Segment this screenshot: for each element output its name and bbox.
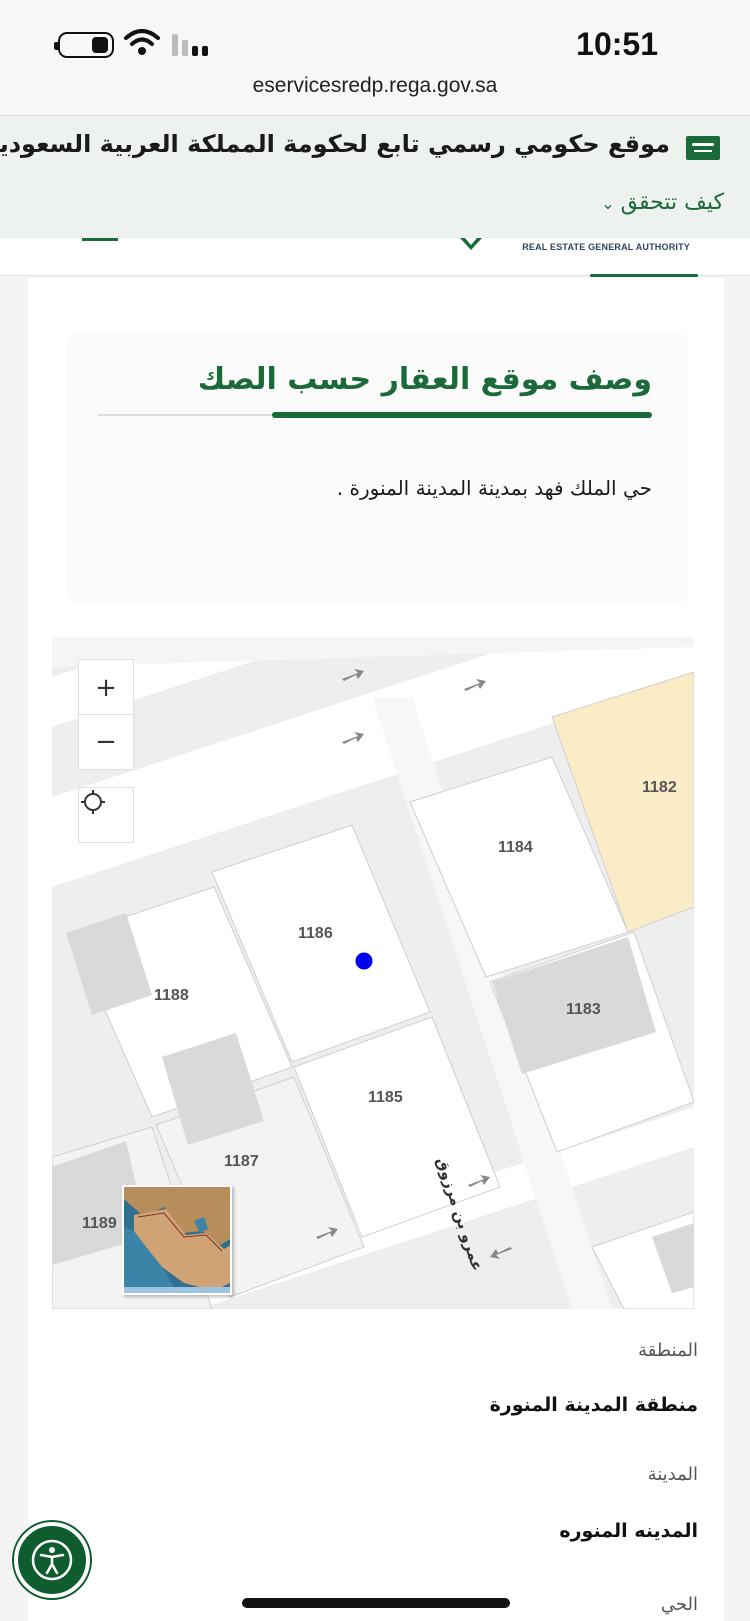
official-site-text: موقع حكومي رسمي تابع لحكومة المملكة العر… <box>0 130 670 158</box>
verify-label: كيف تتحقق <box>620 190 724 215</box>
parcel-label: 1187 <box>224 1153 259 1170</box>
locate-button[interactable] <box>78 787 134 843</box>
parcel-label: 1184 <box>498 839 533 856</box>
accessibility-button[interactable] <box>14 1522 90 1598</box>
menu-icon[interactable] <box>82 238 118 241</box>
gov-banner: موقع حكومي رسمي تابع لحكومة المملكة العر… <box>0 116 750 238</box>
accessibility-icon <box>31 1539 73 1581</box>
saudi-flag-icon <box>686 136 720 160</box>
parcel-label: 1185 <box>368 1089 403 1106</box>
city-label: المدينة <box>647 1464 698 1485</box>
address-bar[interactable]: eservicesredp.rega.gov.sa <box>0 72 750 116</box>
how-to-verify-toggle[interactable]: كيف تتحقق ⌄ <box>601 190 724 215</box>
location-description: حي الملك فهد بمدينة المدينة المنورة . <box>336 476 652 500</box>
status-bar: 10:51 <box>0 0 750 72</box>
city-value: المدينه المنوره <box>559 1520 698 1542</box>
signal-icon <box>172 32 212 56</box>
zoom-out-button[interactable]: − <box>78 714 134 770</box>
parcel-label: 1188 <box>154 987 189 1004</box>
parcel-label: 1182 <box>642 779 677 796</box>
rega-logo-icon <box>460 238 482 250</box>
battery-icon <box>54 32 114 58</box>
parcel-label: 1186 <box>298 925 333 942</box>
header-accent <box>590 274 698 277</box>
property-map[interactable]: 1182 1184 1186 1183 1188 1185 1187 1189 … <box>52 637 694 1309</box>
basemap-toggle[interactable] <box>122 1185 232 1295</box>
region-label: المنطقة <box>638 1340 698 1361</box>
district-label: الحي <box>660 1594 698 1615</box>
parcel-label: 1189 <box>82 1215 117 1232</box>
zoom-in-button[interactable]: + <box>78 659 134 715</box>
location-description-card: وصف موقع العقار حسب الصك حي الملك فهد بم… <box>66 334 688 602</box>
region-value: منطقة المدينة المنورة <box>489 1394 698 1416</box>
wifi-icon <box>124 29 160 55</box>
property-details: المنطقة منطقة المدينة المنورة المدينة <box>0 1320 750 1520</box>
location-marker[interactable] <box>355 952 373 970</box>
card-title: وصف موقع العقار حسب الصك <box>197 362 652 397</box>
site-header: REAL ESTATE GENERAL AUTHORITY <box>0 238 750 277</box>
parcel-label: 1183 <box>566 1001 601 1018</box>
home-indicator <box>242 1598 510 1608</box>
clock: 10:51 <box>576 26 658 62</box>
url-text: eservicesredp.rega.gov.sa <box>252 74 498 97</box>
satellite-thumbnail-icon <box>124 1187 230 1293</box>
chevron-down-icon: ⌄ <box>601 194 615 213</box>
title-accent <box>272 412 652 418</box>
crosshair-icon <box>81 790 105 814</box>
org-name-en: REAL ESTATE GENERAL AUTHORITY <box>522 242 690 252</box>
